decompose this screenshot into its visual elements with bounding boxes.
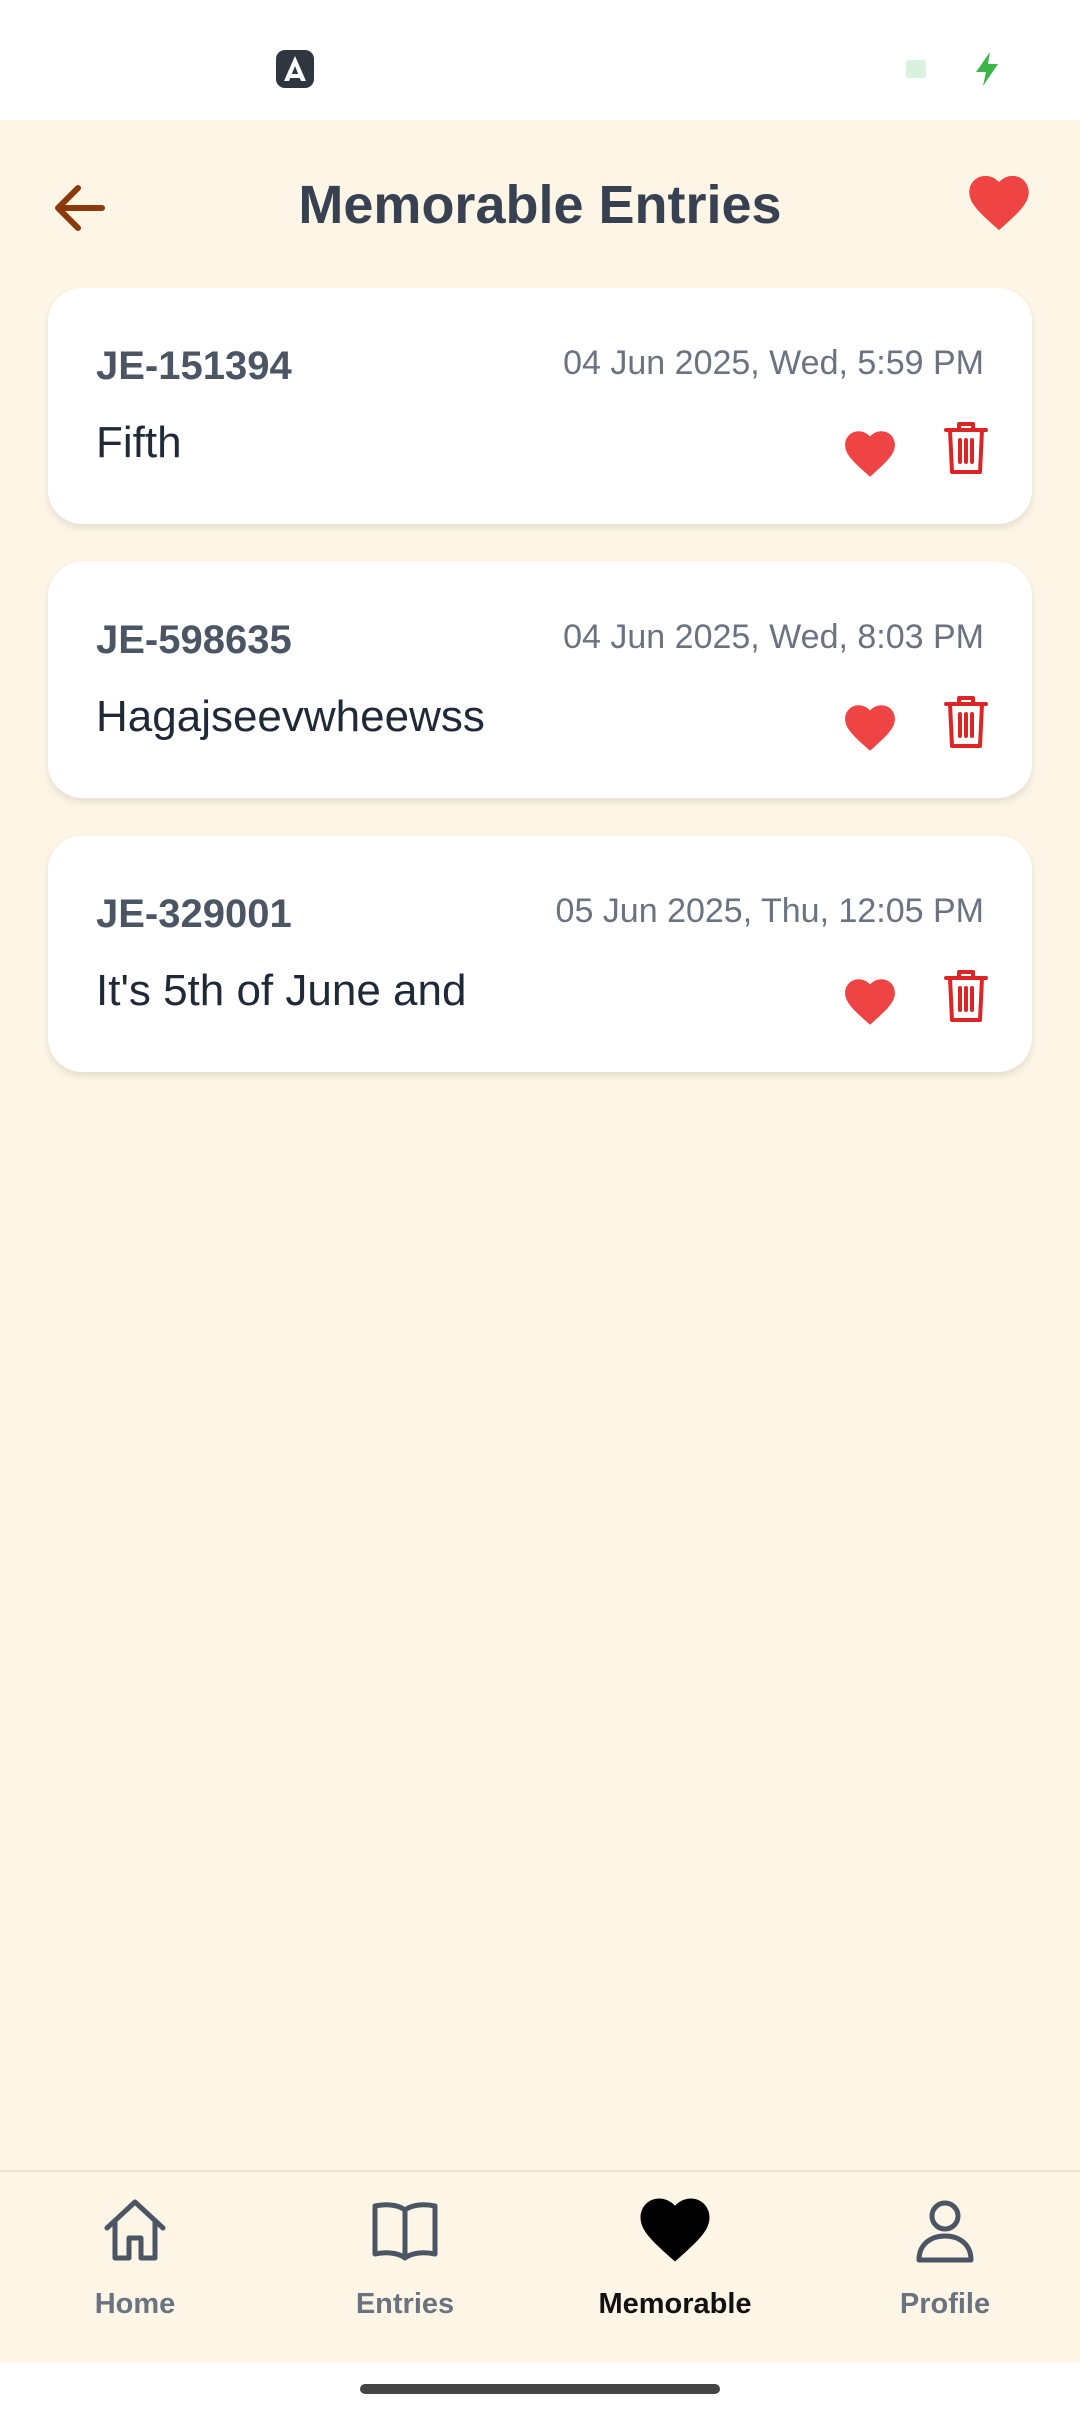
book-icon — [372, 2202, 438, 2261]
app-header: Memorable Entries — [0, 120, 1080, 290]
entry-date: 04 Jun 2025, Wed, 8:03 PM — [563, 618, 984, 656]
entry-card[interactable]: JE-329001 05 Jun 2025, Thu, 12:05 PM It'… — [48, 836, 1032, 1072]
page-title: Memorable Entries — [298, 175, 782, 235]
user-icon — [916, 2200, 974, 2263]
charging-icon — [976, 52, 998, 86]
heart-icon[interactable] — [844, 704, 896, 752]
entry-text: Fifth — [96, 418, 182, 467]
entry-date: 04 Jun 2025, Wed, 5:59 PM — [563, 344, 984, 382]
nav-item-profile[interactable]: Profile — [810, 2172, 1080, 2364]
entry-text: It's 5th of June and — [96, 966, 467, 1015]
entry-id: JE-151394 — [96, 344, 292, 388]
status-bar — [0, 0, 1080, 120]
app-notification-icon — [276, 50, 314, 88]
app-screen: Memorable Entries JE-151394 04 Jun 2025,… — [0, 120, 1080, 2350]
entry-id: JE-598635 — [96, 618, 292, 662]
home-icon — [104, 2199, 166, 2261]
bottom-navigation: Home Entries Memorable Profile — [0, 2170, 1080, 2362]
entry-text: Hagajseevwheewss — [96, 692, 485, 741]
nav-label-memorable: Memorable — [598, 2288, 752, 2320]
gesture-area — [0, 2362, 1080, 2412]
nav-label-profile: Profile — [899, 2288, 991, 2320]
entry-date: 05 Jun 2025, Thu, 12:05 PM — [555, 892, 984, 930]
heart-icon[interactable] — [844, 978, 896, 1026]
trash-icon[interactable] — [942, 420, 990, 476]
battery-icon — [906, 60, 926, 78]
nav-label-home: Home — [94, 2288, 176, 2320]
heart-icon — [640, 2198, 710, 2262]
entry-card[interactable]: JE-598635 04 Jun 2025, Wed, 8:03 PM Haga… — [48, 562, 1032, 798]
trash-icon[interactable] — [942, 694, 990, 750]
heart-icon[interactable] — [968, 174, 1030, 232]
heart-icon[interactable] — [844, 430, 896, 478]
nav-label-entries: Entries — [355, 2288, 455, 2320]
entry-id: JE-329001 — [96, 892, 292, 936]
trash-icon[interactable] — [942, 968, 990, 1024]
entry-card[interactable]: JE-151394 04 Jun 2025, Wed, 5:59 PM Fift… — [48, 288, 1032, 524]
nav-item-entries[interactable]: Entries — [270, 2172, 540, 2364]
nav-item-home[interactable]: Home — [0, 2172, 270, 2364]
nav-item-memorable[interactable]: Memorable — [540, 2172, 810, 2364]
home-gesture-bar[interactable] — [360, 2384, 720, 2394]
